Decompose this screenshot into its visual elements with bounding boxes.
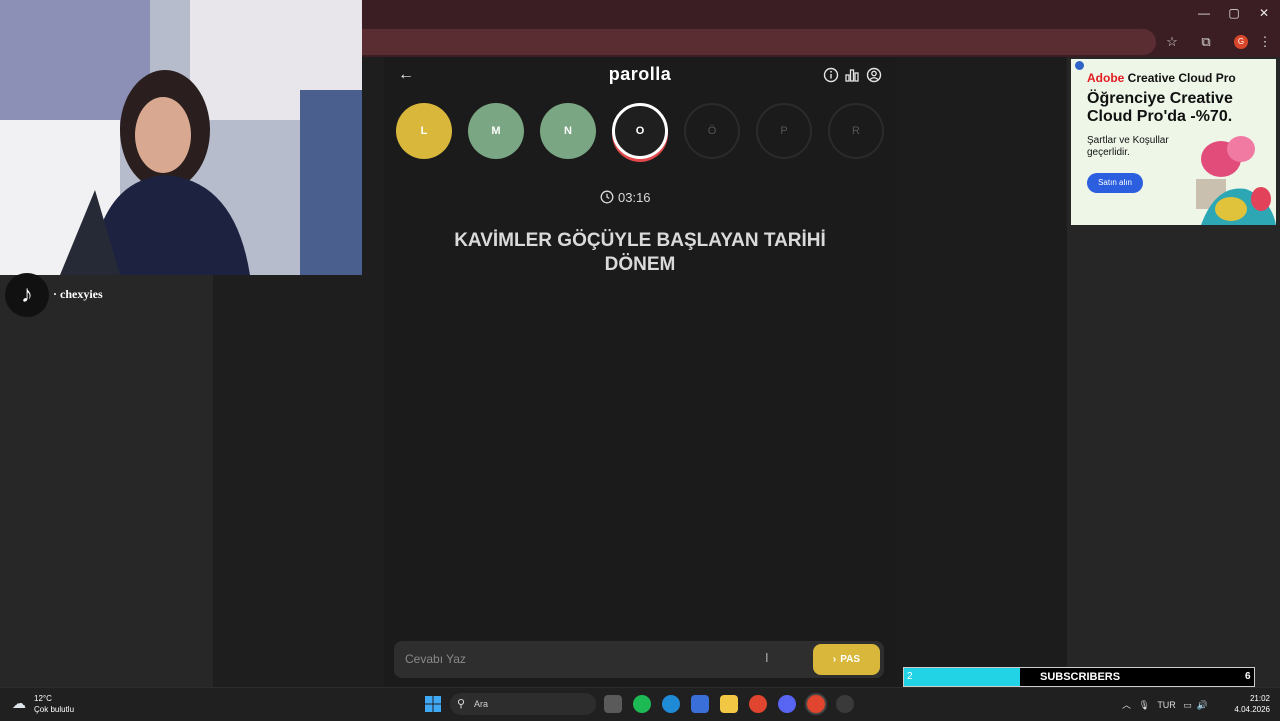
question-text: KAVİMLER GÖÇÜYLE BAŞLAYAN TARİHİ DÖNEM — [454, 230, 826, 275]
clock-icon — [600, 190, 614, 204]
back-arrow-icon[interactable]: ← — [397, 66, 415, 84]
letter-circle-m: M — [468, 103, 524, 159]
game-title: parolla — [608, 64, 672, 84]
ad-headline: Öğrenciye Creative Cloud Pro'da -%70. — [1087, 90, 1233, 125]
discord-icon[interactable] — [778, 695, 796, 713]
answer-input[interactable] — [405, 650, 785, 668]
left-gap — [213, 275, 362, 687]
clock-date: 4.04.2026 — [1234, 705, 1270, 714]
chrome-icon[interactable] — [749, 695, 767, 713]
page-gutter — [362, 57, 384, 687]
subscribers-label: SUBSCRIBERS — [1040, 671, 1121, 683]
close-button[interactable]: ✕ — [1254, 4, 1274, 22]
text-cursor-icon: I — [765, 650, 769, 665]
taskbar-search-label: Ara — [474, 699, 489, 709]
left-panel — [0, 275, 213, 687]
letter-circle-p: P — [756, 103, 812, 159]
microphone-icon[interactable]: 🎙 — [1139, 700, 1150, 710]
user-account-icon[interactable] — [866, 67, 882, 83]
ad-brand-prefix: Adobe — [1087, 71, 1125, 85]
ad-badge-icon — [1075, 61, 1084, 70]
file-explorer-icon[interactable] — [720, 695, 738, 713]
maximize-button[interactable]: ▢ — [1224, 4, 1244, 22]
extensions-icon[interactable]: ⧉ — [1197, 34, 1215, 50]
minimize-button[interactable]: — — [1194, 4, 1214, 22]
letter-circle-n: N — [540, 103, 596, 159]
spotify-icon[interactable] — [633, 695, 651, 713]
chevron-right-icon: › — [832, 654, 837, 665]
tiktok-icon: ♪ — [5, 273, 49, 317]
profile-avatar[interactable]: G — [1234, 35, 1248, 49]
info-icon[interactable] — [823, 67, 839, 83]
letter-circle-o-umlaut: Ö — [684, 103, 740, 159]
subscribers-progress-fill — [904, 668, 1020, 686]
weather-cloud-icon[interactable]: ☁ — [12, 696, 30, 710]
network-icon[interactable]: ▭ — [1183, 700, 1192, 710]
webcam-feed — [0, 0, 362, 275]
ad-buy-button[interactable]: Satın alın — [1087, 173, 1143, 193]
ad-brand-rest: Creative Cloud Pro — [1124, 71, 1236, 85]
edge-icon[interactable] — [662, 695, 680, 713]
address-bar[interactable] — [362, 29, 1156, 55]
volume-icon[interactable]: 🔊 — [1197, 700, 1208, 710]
clock[interactable]: 21:02 4.04.2026 — [1230, 693, 1270, 715]
subscribers-goal: 6 — [1245, 671, 1251, 682]
task-view-icon[interactable] — [604, 695, 622, 713]
menu-kebab-icon[interactable]: ⋮ — [1256, 34, 1274, 50]
weather-desc[interactable]: Çok bulutlu — [34, 705, 74, 714]
language-indicator[interactable]: TUR — [1157, 700, 1176, 710]
subscribers-current: 2 — [907, 671, 913, 682]
bookmark-star-icon[interactable]: ☆ — [1163, 34, 1181, 50]
timer: 03:16 — [600, 190, 680, 208]
taskbar-search[interactable] — [450, 693, 596, 715]
windows-start-icon[interactable] — [424, 695, 442, 713]
system-tray[interactable]: ︿ 🎙 TUR ▭ 🔊 — [1122, 698, 1208, 711]
store-icon[interactable] — [691, 695, 709, 713]
pass-button[interactable]: › PAS — [813, 644, 880, 675]
steam-icon[interactable] — [836, 695, 854, 713]
search-icon: ⚲ — [457, 698, 466, 710]
webcam-image — [0, 0, 362, 275]
timer-value: 03:16 — [618, 190, 651, 205]
browser-titlebar — [362, 0, 1280, 27]
stats-icon[interactable] — [844, 67, 860, 83]
chevron-up-icon[interactable]: ︿ — [1122, 700, 1131, 710]
tiktok-handle: · chexyies — [53, 287, 103, 301]
clock-time: 21:02 — [1249, 694, 1270, 703]
ad-brand: Adobe Creative Cloud Pro — [1087, 71, 1267, 85]
ad-subtext: Şartlar ve Koşullar geçerlidir. — [1087, 135, 1169, 158]
pass-label: PAS — [840, 654, 861, 665]
letter-circle-r: R — [828, 103, 884, 159]
letter-circle-o-current: O — [612, 103, 668, 159]
letter-circle-l: L — [396, 103, 452, 159]
chrome-active-icon[interactable] — [807, 695, 825, 713]
weather-temp[interactable]: 12°C — [34, 694, 52, 703]
